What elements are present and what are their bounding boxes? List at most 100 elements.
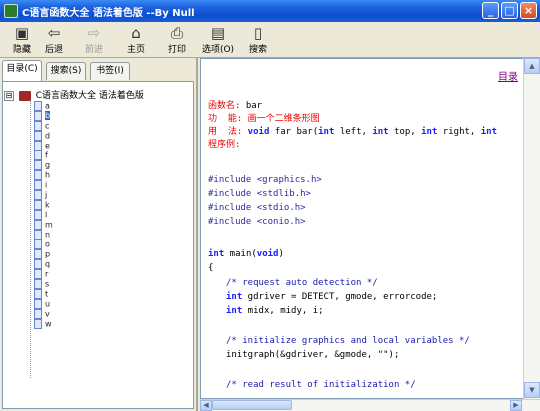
tree-item-label: s (45, 279, 50, 289)
func-value: 画一个二维条形图 (242, 114, 320, 124)
tree-item[interactable]: q (34, 259, 53, 270)
tree-item[interactable]: a (34, 101, 53, 111)
decl-text: midx, midy, i; (242, 306, 324, 316)
scroll-left-icon[interactable]: ◀ (200, 400, 212, 411)
tree-item[interactable]: n (34, 229, 53, 240)
tree-item[interactable]: h (34, 170, 53, 181)
page-icon (34, 239, 42, 250)
usage-kw: int (480, 127, 498, 137)
tree-item[interactable]: f (34, 150, 53, 161)
toolbar: ▣ 隐藏 ⇦ 后退 ⇨ 前进 ⌂ 主页 ⎙ 打印 ▤ 选项(O) ▯ 搜索 (0, 22, 540, 58)
page-icon (34, 269, 42, 280)
usage-kw: int (421, 127, 438, 137)
include-line: #include <stdlib.h> (208, 189, 311, 199)
tree-item[interactable]: d (34, 130, 53, 141)
tree-item-label: p (45, 249, 51, 259)
page-icon (34, 259, 42, 270)
tree-items: abcdefghijklmnopqrstuvw (34, 101, 53, 329)
search-button[interactable]: ▯ 搜索 (236, 24, 280, 56)
forward-label: 前进 (84, 45, 103, 55)
include-line: #include <graphics.h> (208, 175, 322, 185)
tree-guide-line (30, 96, 31, 378)
tree-item[interactable]: o (34, 239, 53, 250)
back-label: 后退 (44, 45, 63, 55)
func-line: 功 能: 画一个二维条形图 (208, 111, 320, 124)
tree-item[interactable]: c (34, 120, 53, 131)
tree-item-label: t (45, 289, 49, 299)
main-text: main( (224, 249, 257, 259)
options-button[interactable]: ▤ 选项(O) (196, 24, 240, 56)
home-label: 主页 (126, 45, 145, 55)
home-button[interactable]: ⌂ 主页 (114, 24, 158, 56)
horizontal-scroll-thumb[interactable] (212, 400, 292, 410)
page-icon (34, 199, 42, 210)
decl-line: int gdriver = DETECT, gmode, errorcode; (226, 292, 437, 302)
vertical-scrollbar[interactable]: ▲ ▼ (523, 58, 540, 399)
scroll-right-icon[interactable]: ▶ (510, 400, 522, 411)
tab-bookmarks[interactable]: 书签(I) (90, 62, 130, 80)
options-label: 选项(O) (201, 45, 235, 55)
tree-item-label: a (45, 101, 50, 111)
forward-button[interactable]: ⇨ 前进 (72, 24, 116, 56)
tree-item[interactable]: u (34, 298, 53, 309)
tree-item[interactable]: g (34, 160, 53, 171)
tree-item[interactable]: w (34, 318, 53, 329)
maximize-button[interactable]: □ (501, 2, 518, 19)
forward-arrow-icon: ⇨ (87, 24, 101, 42)
usage-kw: int (372, 127, 389, 137)
tree-item[interactable]: k (34, 199, 53, 210)
scroll-up-icon[interactable]: ▲ (524, 58, 540, 74)
back-button[interactable]: ⇦ 后退 (32, 24, 76, 56)
tree-item[interactable]: j (34, 190, 53, 201)
tree-item-label: d (45, 131, 51, 141)
usage-text: left, (334, 127, 373, 137)
page-icon (34, 101, 42, 111)
tree-item[interactable]: e (34, 140, 53, 151)
tab-contents[interactable]: 目录(C) (2, 60, 42, 81)
comment-line: /* read result of initialization */ (226, 380, 416, 390)
tree-item-label: f (45, 150, 48, 160)
usage-kw: int (318, 127, 335, 137)
main-line: int main(void) (208, 249, 284, 259)
tree-item[interactable]: m (34, 219, 53, 230)
tree-item-label: h (45, 170, 51, 180)
page-icon (34, 308, 42, 319)
minimize-button[interactable]: _ (482, 2, 499, 19)
initgraph-line: initgraph(&gdriver, &gmode, ""); (226, 350, 400, 360)
example-label: 程序例: (208, 140, 241, 150)
comment-line: /* initialize graphics and local variabl… (226, 336, 470, 346)
tree-item-label: u (45, 299, 51, 309)
tree-item[interactable]: i (34, 180, 53, 191)
hide-label: 隐藏 (12, 45, 31, 55)
tab-search[interactable]: 搜索(S) (46, 62, 86, 80)
tree-root[interactable]: ⊟ C语言函数大全 语法着色版 (4, 88, 144, 101)
close-button[interactable]: × (520, 2, 537, 19)
title-bar[interactable]: C语言函数大全 语法着色版 --By Null _ □ × (0, 0, 540, 22)
open-brace: { (208, 263, 214, 273)
tree-item[interactable]: s (34, 279, 53, 290)
decl-text: gdriver = DETECT, gmode, errorcode; (242, 292, 438, 302)
tree-item-label: c (45, 121, 50, 131)
tree-item[interactable]: l (34, 209, 53, 220)
scroll-down-icon[interactable]: ▼ (524, 382, 540, 398)
tree-item-label: r (45, 269, 49, 279)
tree-item[interactable]: p (34, 249, 53, 260)
tree-item-label: j (45, 190, 48, 200)
tree-item-label: k (45, 200, 50, 210)
func-name-label: 函数名: (208, 101, 241, 111)
tree-item[interactable]: t (34, 288, 53, 299)
tree-item[interactable]: r (34, 269, 53, 280)
decl-kw: int (226, 306, 243, 316)
print-button[interactable]: ⎙ 打印 (155, 24, 199, 56)
page-icon (34, 120, 42, 131)
tree-item[interactable]: b (34, 110, 53, 121)
book-icon (18, 90, 31, 101)
usage-kw: void (242, 127, 270, 137)
page-icon (34, 150, 42, 161)
tree-item[interactable]: v (34, 308, 53, 319)
home-icon: ⌂ (131, 24, 141, 42)
page-icon (34, 140, 42, 151)
collapse-icon[interactable]: ⊟ (4, 90, 14, 101)
toc-link[interactable]: 目录 (498, 68, 518, 83)
tree-item-label: b (45, 111, 51, 121)
